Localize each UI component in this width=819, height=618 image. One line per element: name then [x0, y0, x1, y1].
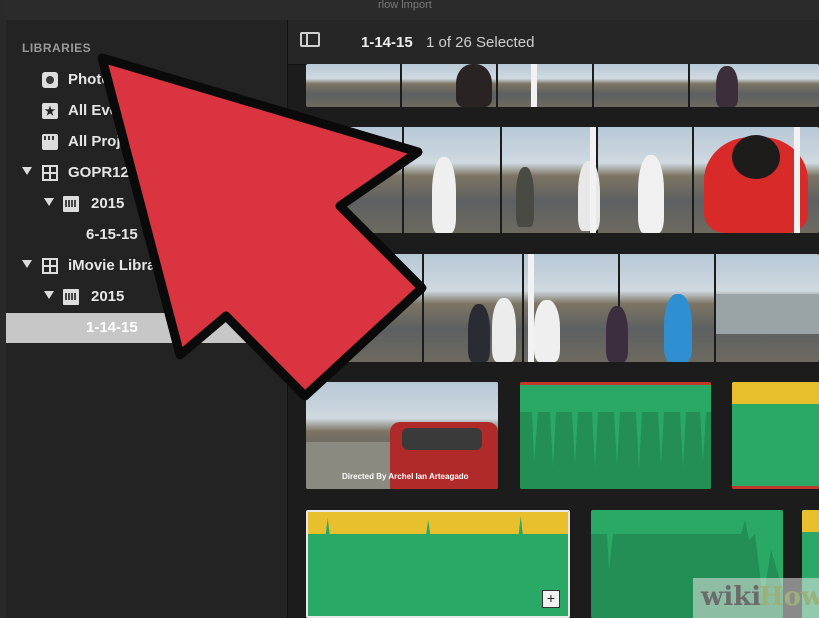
boat-post — [528, 254, 534, 362]
disclosure-triangle-icon[interactable] — [44, 291, 54, 299]
person-figure — [664, 294, 692, 362]
sidebar-item-label: GOPR1253 — [68, 164, 146, 181]
clapper-icon — [42, 134, 58, 150]
libraries-heading: LIBRARIES — [22, 41, 92, 55]
person-figure — [456, 64, 492, 107]
clip-frame — [594, 64, 690, 107]
boat-post — [531, 64, 537, 107]
selection-status: 1 of 26 Selected — [426, 34, 535, 51]
sidebar-item-event-6-15-15[interactable]: 6-15-15 — [6, 220, 287, 250]
disclosure-triangle-icon[interactable] — [22, 167, 32, 175]
audio-waveform — [520, 412, 711, 489]
sidebar-item-label: 2015 — [91, 288, 125, 305]
sidebar-item-label: All Projects — [68, 133, 151, 150]
audio-waveform — [308, 516, 568, 616]
clip-frame — [306, 64, 402, 107]
sea-water — [716, 294, 819, 334]
sidebar-item-label: Photos Library — [68, 71, 174, 88]
photos-icon — [42, 72, 58, 88]
watermark-text: wiki — [701, 582, 762, 612]
person-figure — [492, 298, 516, 362]
sidebar-item-imovie-library[interactable]: iMovie Library — [6, 251, 287, 281]
clip-range-line — [732, 486, 819, 489]
sidebar-item-label: All Events — [68, 102, 141, 119]
sidebar-item-label: 2015 — [91, 195, 125, 212]
sidebar-item-2015-folder[interactable]: 2015 — [6, 282, 287, 312]
person-figure — [534, 300, 560, 362]
person-figure — [516, 167, 534, 227]
disclosure-triangle-icon[interactable] — [44, 198, 54, 206]
sidebar-toggle-icon[interactable] — [300, 32, 320, 47]
clip-icon — [260, 320, 276, 336]
sidebar-item-all-events[interactable]: ★ All Events — [6, 96, 287, 126]
video-clip-thumbnail[interactable] — [306, 127, 819, 233]
libraries-sidebar: LIBRARIES Photos Library ★ All Events Al… — [6, 20, 288, 618]
person-figure — [638, 155, 664, 233]
library-grid-icon — [42, 258, 58, 274]
video-clip-thumbnail[interactable]: Directed By Archel Ian Arteagado — [306, 382, 498, 489]
person-figure — [578, 161, 600, 231]
sidebar-item-2015-folder[interactable]: 2015 — [6, 189, 287, 219]
audio-clip[interactable] — [732, 382, 819, 489]
window-title: rlow lmport — [378, 0, 432, 11]
video-clip-thumbnail[interactable] — [306, 64, 819, 107]
clip-frame — [306, 254, 424, 362]
wikihow-watermark: wiki How — [693, 578, 819, 618]
person-head — [732, 135, 780, 179]
person-figure — [716, 66, 738, 107]
sidebar-item-gopr-library[interactable]: GOPR1253 — [6, 158, 287, 188]
audio-clip[interactable] — [520, 382, 711, 489]
sidebar-item-label: iMovie Library — [68, 257, 170, 274]
calendar-icon — [63, 289, 79, 305]
watermark-text: How — [759, 582, 819, 612]
sidebar-item-all-projects[interactable]: All Projects — [6, 127, 287, 157]
person-figure — [606, 306, 628, 362]
clip-frame — [306, 127, 404, 233]
window-title-bar: rlow lmport — [6, 0, 819, 21]
person-figure — [468, 304, 490, 362]
clip-credit: Directed By Archel Ian Arteagado — [342, 472, 469, 481]
sidebar-item-label: 6-15-15 — [86, 226, 138, 243]
browser-toolbar: 1-14-15 1 of 26 Selected — [288, 20, 819, 65]
disclosure-triangle-icon[interactable] — [22, 260, 32, 268]
car-windshield — [402, 428, 482, 450]
imovie-window: rlow lmport LIBRARIES Photos Library ★ A… — [6, 0, 819, 618]
clip-frame — [498, 64, 594, 107]
event-title: 1-14-15 — [361, 34, 413, 51]
road — [306, 442, 390, 489]
sidebar-item-photos-library[interactable]: Photos Library — [6, 65, 287, 95]
star-icon: ★ — [42, 103, 58, 119]
audio-clip-selected[interactable]: + — [306, 510, 570, 618]
audio-peak-bar — [732, 382, 819, 404]
person-figure — [432, 157, 456, 233]
boat-post — [794, 127, 800, 233]
event-browser: 1-14-15 1 of 26 Selected Directed By Arc… — [288, 20, 819, 618]
boat-post — [590, 127, 596, 233]
video-clip-thumbnail[interactable] — [306, 254, 819, 362]
calendar-icon — [63, 196, 79, 212]
audio-peak-bar — [802, 510, 819, 532]
sidebar-item-event-1-14-15[interactable]: 1-14-15 — [6, 313, 287, 343]
library-grid-icon — [42, 165, 58, 181]
sidebar-item-label: 1-14-15 — [86, 319, 138, 336]
add-clip-button[interactable]: + — [542, 590, 560, 608]
